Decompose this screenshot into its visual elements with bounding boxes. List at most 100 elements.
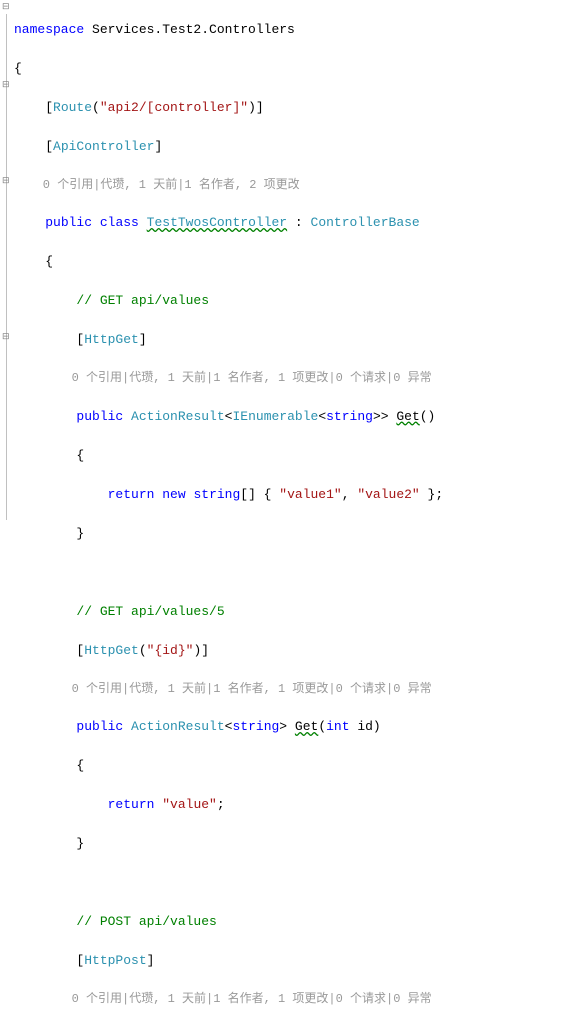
- comment: // GET api/values/5: [14, 604, 225, 619]
- string-literal: "value1": [279, 487, 341, 502]
- indent: [14, 215, 45, 230]
- punct: )]: [248, 100, 264, 115]
- type-actionresult: ActionResult: [131, 719, 225, 734]
- method-get: Get: [396, 409, 419, 424]
- keyword-return: return: [108, 487, 155, 502]
- code-line: public ActionResult<string> Get(int id): [14, 717, 571, 737]
- type-ienumerable: IEnumerable: [232, 409, 318, 424]
- punct: >: [279, 719, 295, 734]
- indent: [14, 719, 76, 734]
- code-editor[interactable]: namespace Services.Test2.Controllers { […: [0, 0, 571, 1028]
- keyword-string: string: [193, 487, 240, 502]
- keyword-string: string: [326, 409, 373, 424]
- keyword-new: new: [162, 487, 185, 502]
- blank-line: [14, 873, 571, 893]
- keyword-string: string: [232, 719, 279, 734]
- code-line: [ApiController]: [14, 137, 571, 157]
- codelens[interactable]: 0 个引用|代瓒, 1 天前|1 名作者, 2 项更改: [14, 176, 571, 194]
- code-line: [HttpGet]: [14, 330, 571, 350]
- code-line: return "value";: [14, 795, 571, 815]
- brace: {: [14, 61, 22, 76]
- punct: [: [14, 953, 84, 968]
- code-line: public class TestTwosController : Contro…: [14, 213, 571, 233]
- brace: {: [14, 448, 84, 463]
- class-name: TestTwosController: [147, 215, 287, 230]
- punct: ]: [139, 332, 147, 347]
- code-line: {: [14, 59, 571, 79]
- code-line: [HttpPost]: [14, 951, 571, 971]
- keyword-public: public: [45, 215, 92, 230]
- blank-line: [14, 563, 571, 583]
- comment: // GET api/values: [14, 293, 209, 308]
- attr-httpget: HttpGet: [84, 332, 139, 347]
- codelens[interactable]: 0 个引用|代瓒, 1 天前|1 名作者, 1 项更改|0 个请求|0 异常: [14, 369, 571, 387]
- string-literal: "value": [162, 797, 217, 812]
- attr-route: Route: [53, 100, 92, 115]
- base-class: ControllerBase: [311, 215, 420, 230]
- punct: ]: [147, 953, 155, 968]
- code-line: {: [14, 756, 571, 776]
- punct: ]: [154, 139, 162, 154]
- punct: :: [287, 215, 310, 230]
- punct: <: [318, 409, 326, 424]
- outline-collapse-icon[interactable]: ⊟: [2, 1, 10, 15]
- outline-collapse-icon[interactable]: ⊟: [2, 331, 10, 345]
- indent: [14, 797, 108, 812]
- code-line: {: [14, 446, 571, 466]
- code-line: [HttpGet("{id}")]: [14, 641, 571, 661]
- keyword-class: class: [100, 215, 139, 230]
- keyword-return: return: [108, 797, 155, 812]
- punct: [] {: [240, 487, 279, 502]
- punct: (: [318, 719, 326, 734]
- keyword-int: int: [326, 719, 349, 734]
- outline-collapse-icon[interactable]: ⊟: [2, 79, 10, 93]
- string-literal: "value2": [357, 487, 419, 502]
- punct: (): [420, 409, 436, 424]
- indent: [14, 409, 76, 424]
- code-line: // GET api/values/5: [14, 602, 571, 622]
- keyword-public: public: [76, 719, 123, 734]
- punct: (: [139, 643, 147, 658]
- brace: {: [14, 254, 53, 269]
- codelens-text: 0 个引用|代瓒, 1 天前|1 名作者, 1 项更改|0 个请求|0 异常: [14, 682, 432, 696]
- punct: <: [225, 719, 233, 734]
- brace: {: [14, 758, 84, 773]
- codelens-text: 0 个引用|代瓒, 1 天前|1 名作者, 1 项更改|0 个请求|0 异常: [14, 992, 432, 1006]
- code-line: }: [14, 524, 571, 544]
- punct: ,: [342, 487, 358, 502]
- punct: };: [420, 487, 443, 502]
- code-line: public ActionResult<IEnumerable<string>>…: [14, 407, 571, 427]
- code-line: return new string[] { "value1", "value2"…: [14, 485, 571, 505]
- code-line: // GET api/values: [14, 291, 571, 311]
- punct: [: [14, 332, 84, 347]
- outline-gutter: ⊟ ⊟ ⊟ ⊟: [0, 0, 14, 520]
- codelens[interactable]: 0 个引用|代瓒, 1 天前|1 名作者, 1 项更改|0 个请求|0 异常: [14, 990, 571, 1008]
- attr-apicontroller: ApiController: [53, 139, 154, 154]
- punct: [: [14, 643, 84, 658]
- keyword-namespace: namespace: [14, 22, 84, 37]
- code-line: [Route("api2/[controller]")]: [14, 98, 571, 118]
- namespace-name: Services.Test2.Controllers: [84, 22, 295, 37]
- string-literal: "{id}": [147, 643, 194, 658]
- code-line: }: [14, 834, 571, 854]
- type-actionresult: ActionResult: [131, 409, 225, 424]
- outline-collapse-icon[interactable]: ⊟: [2, 175, 10, 189]
- brace: }: [14, 836, 84, 851]
- codelens[interactable]: 0 个引用|代瓒, 1 天前|1 名作者, 1 项更改|0 个请求|0 异常: [14, 680, 571, 698]
- brace: }: [14, 526, 84, 541]
- param-id: id): [350, 719, 381, 734]
- code-line: {: [14, 252, 571, 272]
- indent: [14, 487, 108, 502]
- method-get: Get: [295, 719, 318, 734]
- punct: [: [14, 100, 53, 115]
- code-line: namespace Services.Test2.Controllers: [14, 20, 571, 40]
- route-string: "api2/[controller]": [100, 100, 248, 115]
- punct: (: [92, 100, 100, 115]
- comment: // POST api/values: [14, 914, 217, 929]
- code-line: // POST api/values: [14, 912, 571, 932]
- punct: [: [14, 139, 53, 154]
- keyword-public: public: [76, 409, 123, 424]
- attr-httppost: HttpPost: [84, 953, 146, 968]
- codelens-text: 0 个引用|代瓒, 1 天前|1 名作者, 2 项更改: [14, 178, 300, 192]
- attr-httpget: HttpGet: [84, 643, 139, 658]
